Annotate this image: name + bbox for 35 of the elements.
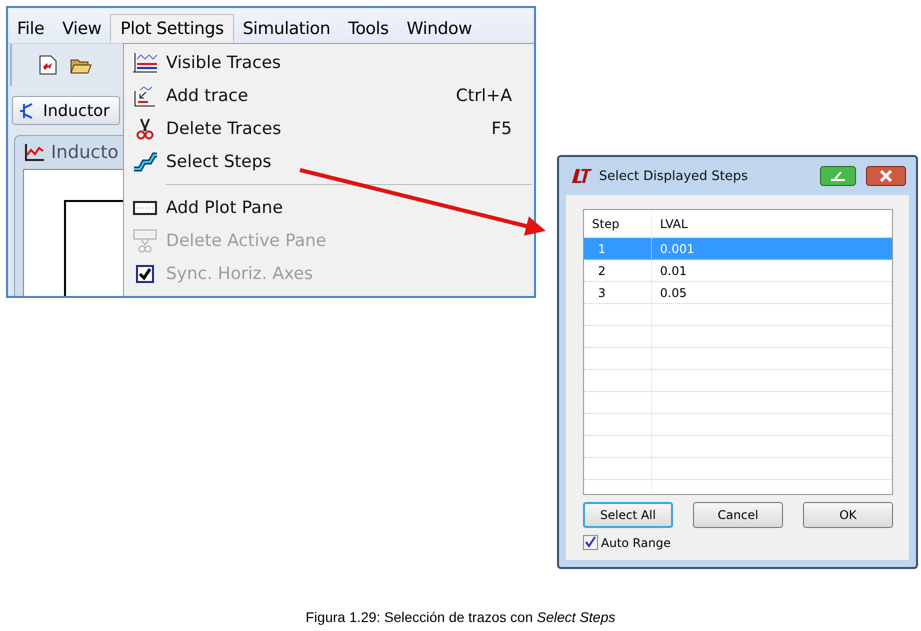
checkbox-label[interactable]: Auto Range bbox=[601, 536, 671, 550]
list-row[interactable]: 3 0.05 bbox=[584, 282, 892, 304]
list-row[interactable]: 2 0.01 bbox=[584, 260, 892, 282]
minimize-button[interactable] bbox=[820, 166, 856, 186]
dialog-button[interactable]: Cancel bbox=[693, 502, 783, 528]
app-logo-icon bbox=[571, 168, 593, 184]
scissors-icon bbox=[135, 118, 155, 140]
menu-bar-item[interactable]: Window bbox=[398, 14, 481, 42]
new-document-icon[interactable] bbox=[37, 54, 59, 76]
dialog-title: Select Displayed Steps bbox=[599, 168, 748, 184]
plot-window-title: Inducto bbox=[51, 142, 119, 163]
menu-bar-item[interactable]: Simulation bbox=[234, 14, 340, 42]
plot-icon bbox=[23, 142, 45, 162]
menu-item[interactable]: Add trace Ctrl+A bbox=[124, 79, 534, 112]
dialog-button[interactable]: Select All bbox=[583, 502, 673, 528]
menu-item[interactable]: Visible Traces bbox=[124, 46, 534, 79]
menu-item[interactable]: Delete Traces F5 bbox=[124, 112, 534, 145]
dialog-button[interactable]: OK bbox=[803, 502, 893, 528]
close-button[interactable] bbox=[866, 166, 906, 186]
add-trace-icon bbox=[132, 84, 158, 106]
menu-item[interactable]: Add Plot Pane bbox=[124, 191, 534, 224]
column-header[interactable]: Step bbox=[584, 210, 652, 237]
menu-item[interactable]: Select Steps bbox=[124, 145, 534, 178]
menu-bar-item[interactable]: View bbox=[53, 14, 110, 42]
steps-icon bbox=[132, 152, 158, 172]
traces-icon bbox=[132, 52, 158, 74]
column-header[interactable]: LVAL bbox=[652, 216, 688, 230]
menu-bar-item[interactable]: Tools bbox=[339, 14, 398, 42]
menu-bar-item[interactable]: File bbox=[8, 14, 54, 42]
pane-icon bbox=[132, 200, 158, 216]
checkbox[interactable] bbox=[583, 535, 598, 550]
schematic-tab[interactable]: Inductor bbox=[12, 96, 120, 125]
delete-pane-icon bbox=[132, 228, 158, 252]
menu-bar-item[interactable]: Plot Settings bbox=[110, 14, 234, 43]
figure-caption: Figura 1.29: Selección de trazos con Select Steps bbox=[304, 609, 616, 625]
